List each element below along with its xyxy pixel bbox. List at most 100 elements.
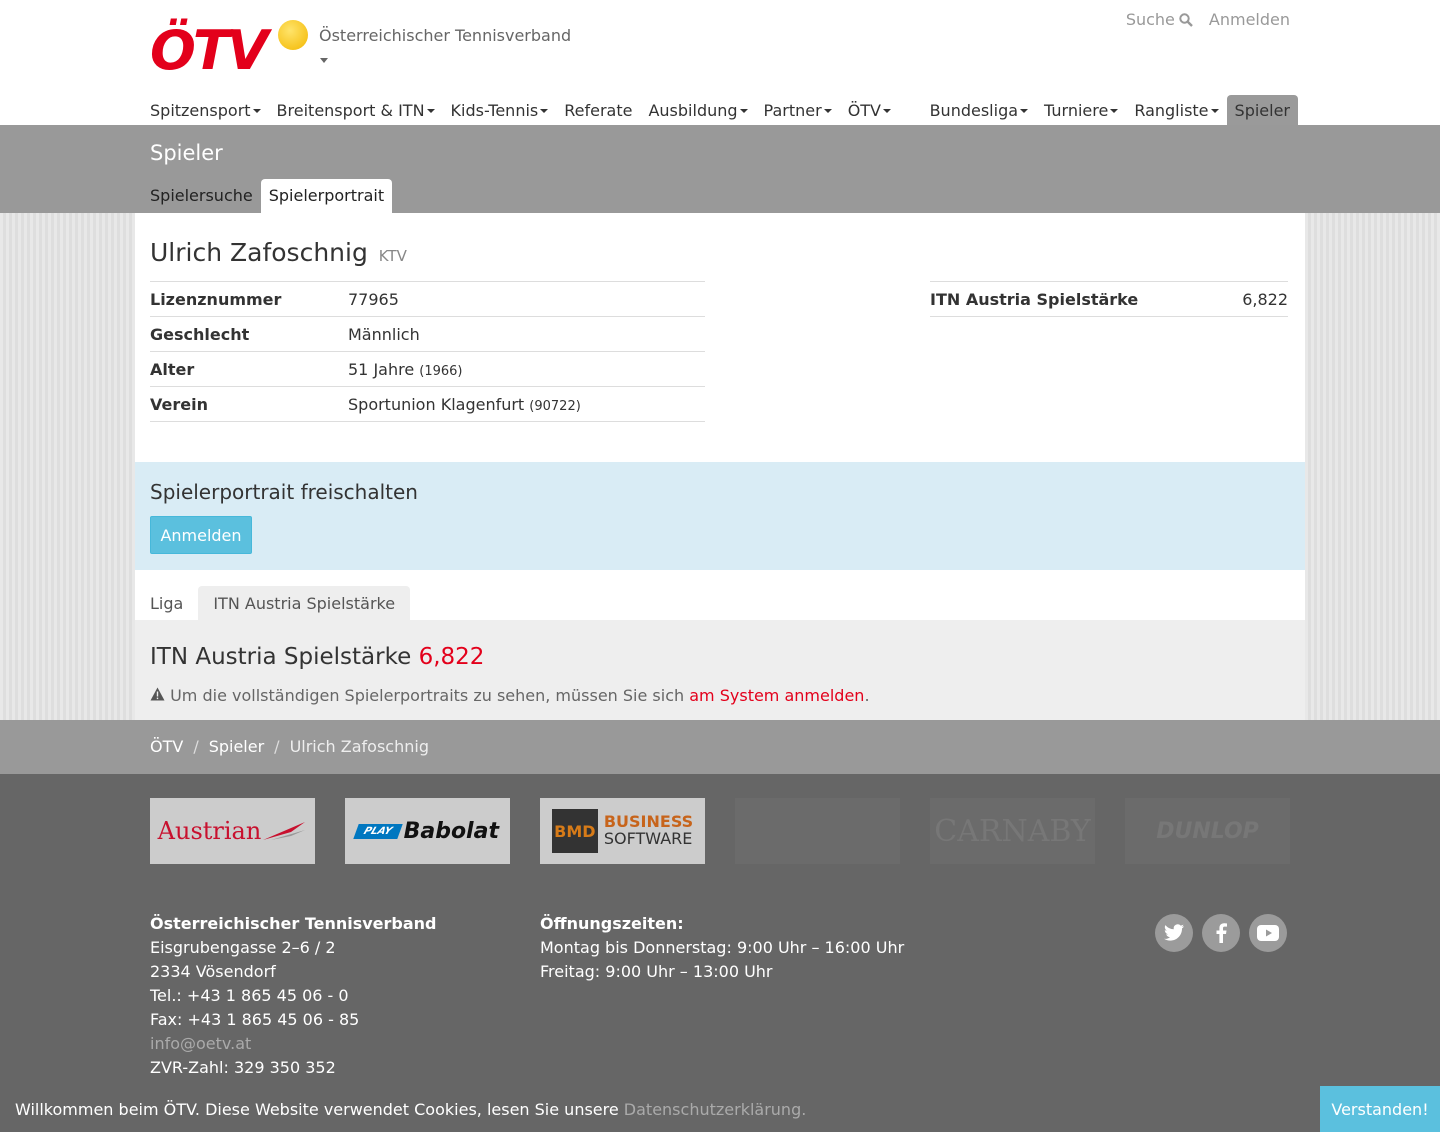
footer-address: Österreichischer Tennisverband Eisgruben… xyxy=(150,912,437,1080)
player-card: Ulrich Zafoschnig KTV Lizenznummer 77965… xyxy=(135,213,1305,463)
tab-spielerportrait[interactable]: Spielerportrait xyxy=(260,179,393,213)
hours-weekdays: Montag bis Donnerstag: 9:00 Uhr – 16:00 … xyxy=(540,938,905,957)
caret-down-icon xyxy=(883,109,891,113)
age: 51 Jahre xyxy=(348,359,415,379)
bmd-logo-text: BUSINESS SOFTWARE xyxy=(604,813,693,848)
nav-label: Bundesliga xyxy=(929,100,1019,120)
cookie-message: Willkommen beim ÖTV. Diese Website verwe… xyxy=(15,1100,806,1119)
caret-down-icon[interactable] xyxy=(320,58,328,63)
background-pattern xyxy=(1305,213,1440,720)
club-number: (90722) xyxy=(529,398,581,414)
club-abbr: KTV xyxy=(378,247,407,265)
footer-org: Österreichischer Tennisverband xyxy=(150,914,437,933)
caret-down-icon xyxy=(252,109,261,113)
nav-oetv[interactable]: ÖTV xyxy=(840,95,899,125)
section-tabs: Spielersuche Spielerportrait xyxy=(150,179,393,213)
itn-summary-table: ITN Austria Spielstärke 6,822 xyxy=(930,281,1288,317)
sponsor-bmd[interactable]: BMD BUSINESS SOFTWARE xyxy=(540,798,705,864)
nav-bundesliga[interactable]: Bundesliga xyxy=(922,95,1036,125)
caret-down-icon xyxy=(1020,109,1029,113)
itn-label: ITN Austria Spielstärke xyxy=(930,289,1139,309)
tab-itn-spielstaerke[interactable]: ITN Austria Spielstärke xyxy=(198,586,411,620)
row-value: Männlich xyxy=(348,325,420,344)
row-label: Verein xyxy=(150,394,208,414)
itn-panel: ITN Austria Spielstärke 6,822 Um die vol… xyxy=(135,620,1305,720)
footer-email[interactable]: info@oetv.at xyxy=(150,1032,437,1056)
site-footer: Austrian PLAY Babolat BMD BUSINESS SOFTW… xyxy=(0,774,1440,1132)
main-nav-right: Bundesliga Turniere Rangliste Spieler xyxy=(922,95,1298,125)
nav-turniere[interactable]: Turniere xyxy=(1036,95,1126,125)
tennis-ball-icon xyxy=(278,20,308,50)
nav-partner[interactable]: Partner xyxy=(756,95,840,125)
nav-ausbildung[interactable]: Ausbildung xyxy=(640,95,755,125)
sponsor-babolat-label: Babolat xyxy=(403,818,499,844)
youtube-icon[interactable] xyxy=(1249,914,1287,952)
breadcrumb: ÖTV / Spieler / Ulrich Zafoschnig xyxy=(0,720,1440,774)
footer-hours: Öffnungszeiten: Montag bis Donnerstag: 9… xyxy=(540,912,904,984)
tab-spielersuche[interactable]: Spielersuche xyxy=(150,179,261,213)
bmd-logo-box: BMD xyxy=(551,809,598,853)
player-heading: Ulrich Zafoschnig KTV xyxy=(150,238,407,267)
unlock-portrait-panel: Spielerportrait freischalten Anmelden xyxy=(135,462,1305,570)
search-icon xyxy=(1179,12,1193,27)
row-label: Lizenznummer xyxy=(150,289,282,309)
nav-spitzensport[interactable]: Spitzensport xyxy=(150,95,269,125)
nav-label: Spieler xyxy=(1234,100,1290,120)
row-value: Sportunion Klagenfurt (90722) xyxy=(348,395,581,414)
detail-tabs: Liga ITN Austria Spielstärke xyxy=(150,586,411,620)
nav-label: Spitzensport xyxy=(150,100,251,120)
sponsor-austrian[interactable]: Austrian xyxy=(150,798,315,864)
nav-label: ÖTV xyxy=(847,100,881,120)
section-title: Spieler xyxy=(150,141,223,165)
row-label: Geschlecht xyxy=(150,324,250,344)
detail-tabs-bar: Liga ITN Austria Spielstärke xyxy=(135,570,1305,620)
hours-friday: Freitag: 9:00 Uhr – 13:00 Uhr xyxy=(540,962,773,981)
table-row: Verein Sportunion Klagenfurt (90722) xyxy=(150,387,705,422)
nav-breitensport[interactable]: Breitensport & ITN xyxy=(269,95,443,125)
twitter-icon[interactable] xyxy=(1155,914,1193,952)
cookie-accept-button[interactable]: Verstanden! xyxy=(1320,1086,1440,1132)
nav-label: Rangliste xyxy=(1134,100,1209,120)
nav-spieler[interactable]: Spieler xyxy=(1226,95,1298,125)
unlock-title: Spielerportrait freischalten xyxy=(150,480,418,504)
org-name[interactable]: Österreichischer Tennisverband xyxy=(319,26,571,45)
login-button[interactable]: Anmelden xyxy=(150,516,252,554)
table-row: Geschlecht Männlich xyxy=(150,317,705,352)
caret-down-icon xyxy=(823,109,832,113)
caret-down-icon xyxy=(540,109,549,113)
nav-rangliste[interactable]: Rangliste xyxy=(1126,95,1226,125)
facebook-icon[interactable] xyxy=(1202,914,1240,952)
oetv-logo[interactable]: ÖTV xyxy=(150,18,310,82)
main-nav-left: Spitzensport Breitensport & ITN Kids-Ten… xyxy=(150,95,899,125)
login-link[interactable]: Anmelden xyxy=(1209,10,1290,29)
nav-label: Referate xyxy=(564,100,633,120)
caret-down-icon xyxy=(426,109,435,113)
breadcrumb-separator: / xyxy=(193,737,199,756)
license-number: 77965 xyxy=(348,289,399,309)
player-name: Ulrich Zafoschnig xyxy=(150,238,368,267)
utility-nav: Suche Anmelden xyxy=(1126,10,1290,29)
nav-referate[interactable]: Referate xyxy=(556,95,640,125)
sponsor-austrian-label: Austrian xyxy=(157,817,262,845)
sponsor-dunlop[interactable]: DUNLOP xyxy=(1125,798,1290,864)
sponsor-babolat[interactable]: PLAY Babolat xyxy=(345,798,510,864)
background-pattern xyxy=(0,213,135,720)
nav-kids-tennis[interactable]: Kids-Tennis xyxy=(443,95,557,125)
breadcrumb-spieler[interactable]: Spieler xyxy=(209,737,264,756)
nav-label: Breitensport & ITN xyxy=(276,100,425,120)
login-notice: Um die vollständigen Spielerportraits zu… xyxy=(150,686,870,705)
system-login-link[interactable]: am System anmelden xyxy=(689,686,864,705)
sponsor-logos: Austrian PLAY Babolat BMD BUSINESS SOFTW… xyxy=(150,798,1290,864)
row-value: 77965 xyxy=(348,290,399,309)
nav-label: Ausbildung xyxy=(648,100,738,120)
site-header: ÖTV Österreichischer Tennisverband Suche… xyxy=(0,0,1440,125)
search-link[interactable]: Suche xyxy=(1126,10,1193,29)
warning-icon xyxy=(150,687,165,701)
sponsor-carnaby[interactable]: CARNABY xyxy=(930,798,1095,864)
tab-liga[interactable]: Liga xyxy=(150,586,198,620)
breadcrumb-oetv[interactable]: ÖTV xyxy=(150,737,183,756)
privacy-link[interactable]: Datenschutzerklärung. xyxy=(624,1100,807,1119)
sponsor-faded[interactable] xyxy=(735,798,900,864)
itn-panel-label: ITN Austria Spielstärke xyxy=(150,644,412,670)
footer-tel: Tel.: +43 1 865 45 06 - 0 xyxy=(150,986,349,1005)
